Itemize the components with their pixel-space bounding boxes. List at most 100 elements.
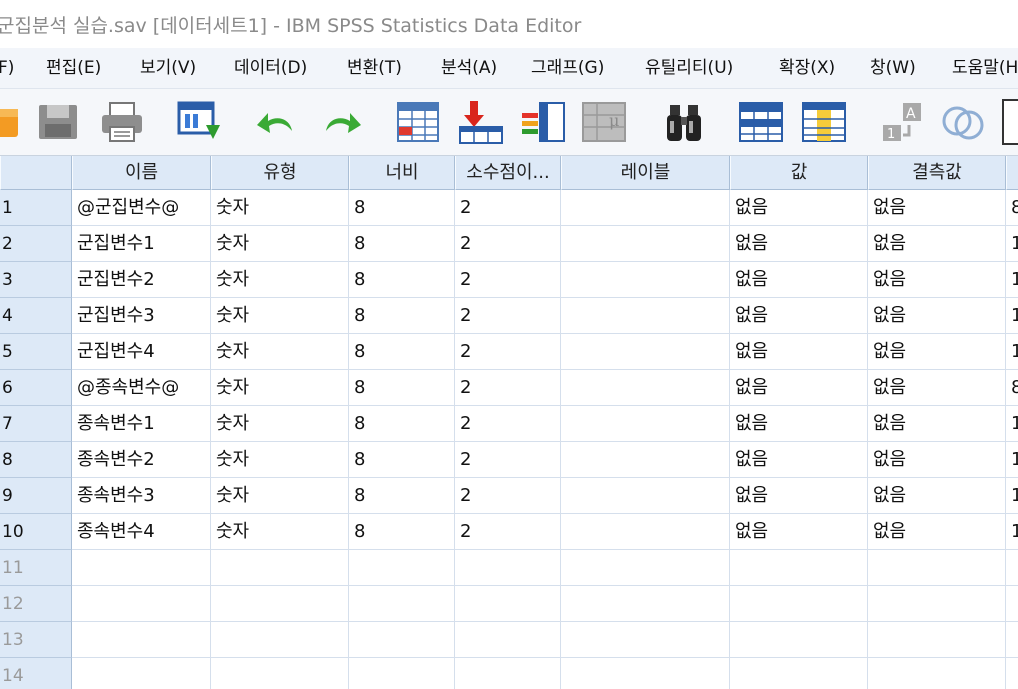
cell-missing[interactable]: 없음 (868, 334, 1006, 370)
cell-type[interactable]: 숫자 (211, 478, 349, 514)
cell-values[interactable]: 없음 (730, 442, 868, 478)
menu-edit[interactable]: 편집(E) (46, 48, 101, 88)
cell-label[interactable] (561, 550, 730, 586)
cell-decimals[interactable]: 2 (455, 442, 561, 478)
cell-type[interactable]: 숫자 (211, 190, 349, 226)
cell-columns[interactable]: 1 (1006, 442, 1018, 478)
cell-decimals[interactable]: 2 (455, 298, 561, 334)
cell-name[interactable]: @군집변수@ (72, 190, 211, 226)
row-header[interactable]: 14 (0, 658, 72, 689)
undo-icon[interactable] (254, 99, 300, 145)
cell-decimals[interactable]: 2 (455, 406, 561, 442)
row-header[interactable]: 9 (0, 478, 72, 514)
menu-window[interactable]: 창(W) (870, 48, 916, 88)
cell-width[interactable] (349, 658, 455, 689)
row-header[interactable]: 13 (0, 622, 72, 658)
cell-label[interactable] (561, 226, 730, 262)
cell-width[interactable]: 8 (349, 514, 455, 550)
cell-width[interactable]: 8 (349, 190, 455, 226)
menu-data[interactable]: 데이터(D) (234, 48, 307, 88)
cell-label[interactable] (561, 586, 730, 622)
cell-missing[interactable]: 없음 (868, 478, 1006, 514)
cell-type[interactable]: 숫자 (211, 406, 349, 442)
cell-missing[interactable]: 없음 (868, 262, 1006, 298)
cell-columns[interactable]: 1 (1006, 262, 1018, 298)
cell-label[interactable] (561, 298, 730, 334)
cell-name[interactable] (72, 550, 211, 586)
cell-columns[interactable]: 8 (1006, 190, 1018, 226)
go-to-case-icon[interactable] (396, 99, 442, 145)
cell-type[interactable]: 숫자 (211, 334, 349, 370)
insert-variable-icon[interactable] (801, 99, 847, 145)
cell-missing[interactable] (868, 586, 1006, 622)
cell-missing[interactable]: 없음 (868, 442, 1006, 478)
cell-name[interactable] (72, 586, 211, 622)
cell-decimals[interactable]: 2 (455, 514, 561, 550)
cell-missing[interactable]: 없음 (868, 226, 1006, 262)
cell-name[interactable]: 군집변수1 (72, 226, 211, 262)
menu-utilities[interactable]: 유틸리티(U) (645, 48, 733, 88)
row-header[interactable]: 8 (0, 442, 72, 478)
cell-name[interactable]: @종속변수@ (72, 370, 211, 406)
cell-label[interactable] (561, 190, 730, 226)
cell-type[interactable]: 숫자 (211, 262, 349, 298)
cell-type[interactable]: 숫자 (211, 514, 349, 550)
cell-values[interactable]: 없음 (730, 514, 868, 550)
cell-values[interactable]: 없음 (730, 226, 868, 262)
corner-cell[interactable] (0, 156, 72, 190)
cell-values[interactable] (730, 622, 868, 658)
cell-values[interactable] (730, 586, 868, 622)
menu-transform[interactable]: 변환(T) (347, 48, 402, 88)
col-header-name[interactable]: 이름 (72, 156, 211, 190)
cell-missing[interactable] (868, 622, 1006, 658)
save-icon[interactable] (35, 99, 81, 145)
col-header-decimals[interactable]: 소수점이... (455, 156, 561, 190)
insert-cases-icon[interactable] (738, 99, 784, 145)
value-labels-icon[interactable] (940, 99, 986, 145)
cell-width[interactable] (349, 550, 455, 586)
row-header[interactable]: 7 (0, 406, 72, 442)
cell-missing[interactable]: 없음 (868, 190, 1006, 226)
cell-width[interactable]: 8 (349, 370, 455, 406)
cell-name[interactable]: 군집변수3 (72, 298, 211, 334)
cell-label[interactable] (561, 370, 730, 406)
cell-columns[interactable]: 1 (1006, 406, 1018, 442)
cell-columns[interactable] (1006, 622, 1018, 658)
cell-columns[interactable]: 1 (1006, 334, 1018, 370)
cell-width[interactable] (349, 586, 455, 622)
cell-type[interactable]: 숫자 (211, 226, 349, 262)
cell-type[interactable] (211, 658, 349, 689)
window-icon[interactable] (1002, 99, 1018, 145)
run-descriptives-icon[interactable]: μ (581, 99, 627, 145)
col-header-missing[interactable]: 결측값 (868, 156, 1006, 190)
variables-icon[interactable] (520, 99, 566, 145)
cell-name[interactable]: 종속변수1 (72, 406, 211, 442)
cell-name[interactable]: 종속변수2 (72, 442, 211, 478)
cell-type[interactable]: 숫자 (211, 442, 349, 478)
cell-columns[interactable] (1006, 586, 1018, 622)
col-header-type[interactable]: 유형 (211, 156, 349, 190)
cell-decimals[interactable] (455, 550, 561, 586)
cell-values[interactable] (730, 658, 868, 689)
split-file-icon[interactable]: A1 (879, 99, 925, 145)
cell-columns[interactable]: 1 (1006, 478, 1018, 514)
row-header[interactable]: 12 (0, 586, 72, 622)
cell-values[interactable]: 없음 (730, 370, 868, 406)
cell-name[interactable] (72, 622, 211, 658)
row-header[interactable]: 10 (0, 514, 72, 550)
cell-name[interactable]: 군집변수2 (72, 262, 211, 298)
cell-values[interactable]: 없음 (730, 190, 868, 226)
redo-icon[interactable] (318, 99, 364, 145)
cell-columns[interactable]: 1 (1006, 298, 1018, 334)
cell-decimals[interactable] (455, 658, 561, 689)
row-header[interactable]: 6 (0, 370, 72, 406)
go-to-variable-icon[interactable] (458, 99, 504, 145)
cell-decimals[interactable] (455, 586, 561, 622)
row-header[interactable]: 4 (0, 298, 72, 334)
menu-view[interactable]: 보기(V) (140, 48, 196, 88)
cell-decimals[interactable]: 2 (455, 262, 561, 298)
cell-width[interactable]: 8 (349, 478, 455, 514)
cell-decimals[interactable]: 2 (455, 370, 561, 406)
cell-type[interactable]: 숫자 (211, 370, 349, 406)
cell-values[interactable]: 없음 (730, 334, 868, 370)
